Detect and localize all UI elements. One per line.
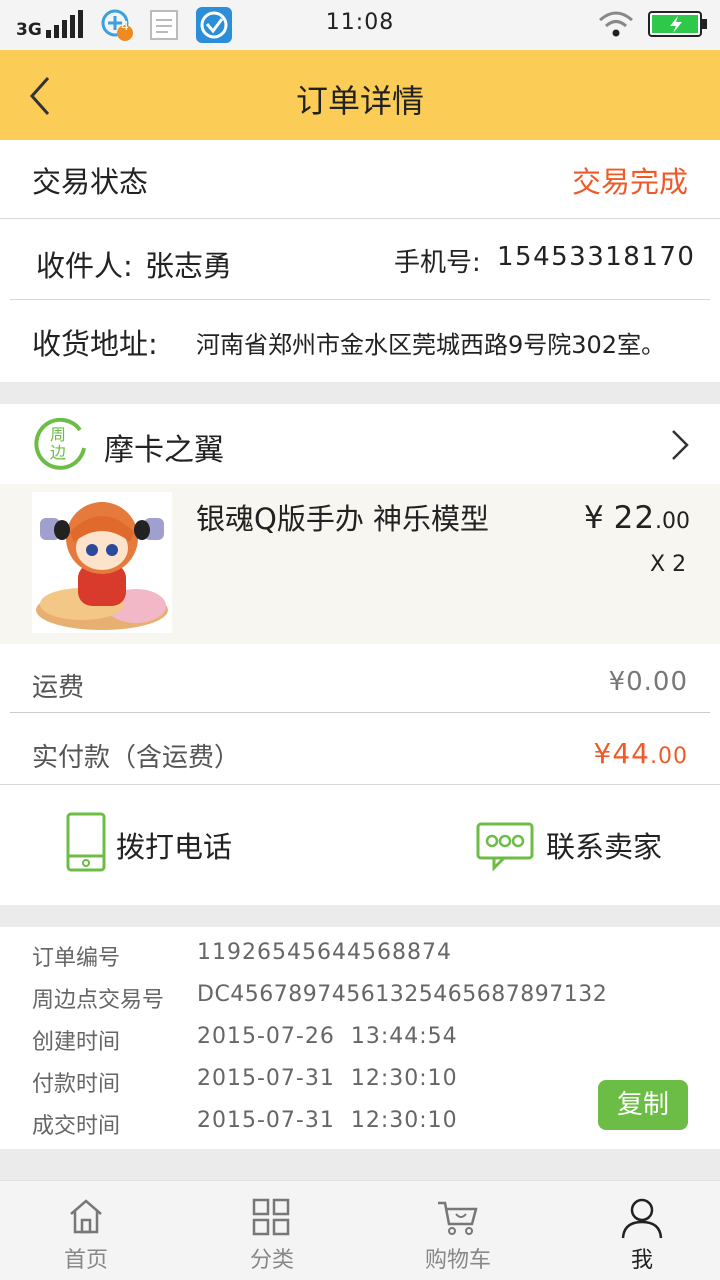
call-button[interactable]: 拨打电话 [60, 812, 280, 874]
trade-number-value: DC4567897456132546568789713​2 [197, 982, 608, 1007]
tab-me[interactable]: 我 [582, 1192, 702, 1273]
tab-home-label: 首页 [63, 1248, 108, 1273]
address-value: 河南省郑州市金水区莞城西路9号院302室。 [196, 331, 666, 359]
tab-me-label: 我 [630, 1248, 653, 1273]
shop-name: 摩卡之翼 [104, 433, 224, 468]
price-decimal: .00 [655, 509, 691, 534]
shipping-label: 运费 [32, 673, 85, 703]
order-number-label: 订单编号 [32, 946, 121, 971]
price-symbol: ¥ [584, 500, 604, 536]
created-time-value: 2015-07-26 13:44:54 [197, 1024, 458, 1049]
contact-seller-button[interactable]: 联系卖家 [476, 814, 676, 874]
paid-time-value: 2015-07-31 12:30:10 [197, 1066, 458, 1091]
paid-value-integer: ¥44 [593, 737, 650, 770]
grid-icon [252, 1198, 290, 1236]
paid-time-label: 付款时间 [32, 1072, 121, 1097]
order-number-value: 11926545644568874 [197, 940, 452, 965]
user-icon [621, 1198, 663, 1239]
chevron-right-icon [672, 430, 689, 460]
wifi-icon [599, 11, 633, 37]
trade-number-label: 周边点交易号 [32, 988, 165, 1013]
trade-status-value: 交易完成 [571, 165, 688, 199]
product-price: ¥ 22.00 [584, 500, 690, 536]
tab-category-label: 分类 [249, 1248, 294, 1273]
copy-button[interactable]: 复制 [598, 1080, 688, 1130]
tab-category[interactable]: 分类 [212, 1192, 332, 1273]
divider [10, 712, 710, 713]
call-label: 拨打电话 [116, 830, 233, 864]
completed-time-label: 成交时间 [32, 1114, 121, 1139]
page-title: 订单详情 [295, 82, 424, 120]
contact-label: 联系卖家 [546, 830, 663, 864]
tab-cart-label: 购物车 [424, 1248, 491, 1273]
recipient-name-label: 收件人: [36, 249, 133, 283]
paid-value: ¥44.00 [594, 737, 688, 770]
product-title[interactable]: 银魂Q版手办 神乐模型 [196, 496, 489, 538]
paid-label: 实付款（含运费） [32, 743, 241, 773]
home-icon [70, 1199, 102, 1234]
product-quantity: X 2 [650, 552, 687, 577]
address-label: 收货地址: [32, 327, 158, 361]
shipping-value: ¥0.00 [608, 667, 688, 697]
product-thumbnail[interactable] [32, 492, 172, 633]
phone-icon [66, 812, 106, 872]
phone-label: 手机号: [394, 248, 481, 278]
recipient-name: 张志勇 [145, 249, 233, 283]
chat-bubble-icon [476, 822, 534, 872]
divider [10, 299, 710, 300]
trade-status-label: 交易状态 [32, 165, 149, 199]
created-time-label: 创建时间 [32, 1030, 121, 1055]
phone-number[interactable]: 15453318170 [497, 242, 695, 272]
cart-icon [438, 1201, 478, 1235]
paid-value-decimal: .00 [650, 744, 688, 769]
price-integer: 22 [613, 500, 656, 536]
tab-home[interactable]: 首页 [26, 1192, 146, 1273]
shop-badge-text: 周边 [50, 425, 67, 462]
tab-cart[interactable]: 购物车 [398, 1192, 518, 1273]
completed-time-value: 2015-07-31 12:30:10 [197, 1108, 458, 1133]
battery-icon [648, 11, 707, 37]
